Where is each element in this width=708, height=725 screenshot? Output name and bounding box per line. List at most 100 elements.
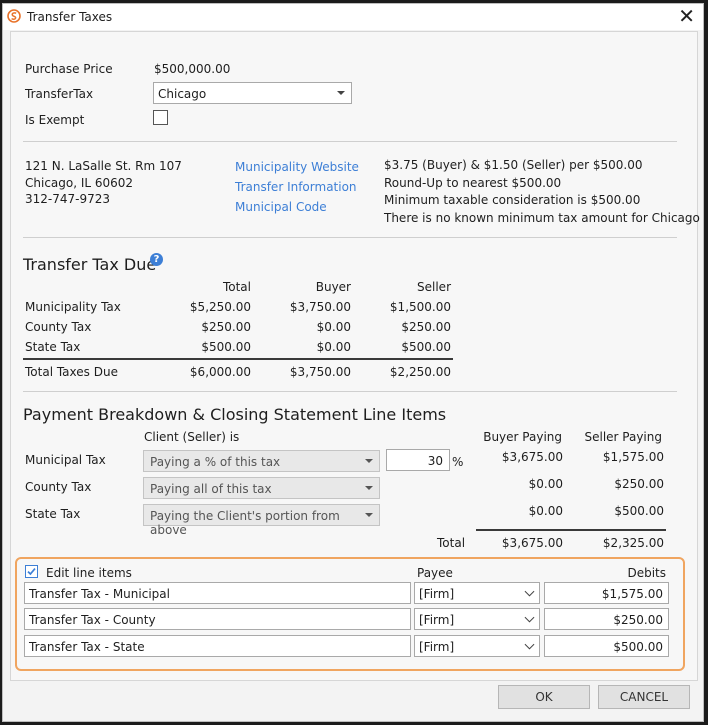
percent-sign: %: [452, 455, 464, 469]
edit-line-items-checkbox[interactable]: [25, 565, 38, 578]
payee-select[interactable]: [Firm]: [414, 608, 540, 630]
payment-total-divider: [476, 529, 666, 531]
seller-paying-header: Seller Paying: [584, 430, 662, 444]
total-taxes-seller: $2,250.00: [389, 365, 451, 379]
payee-select[interactable]: [Firm]: [414, 582, 540, 604]
payee-select[interactable]: [Firm]: [414, 635, 540, 657]
state-payment-select[interactable]: Paying the Client's portion from above: [143, 504, 380, 537]
due-row-total: $500.00: [201, 340, 251, 354]
payment-total-label: Total: [437, 536, 466, 550]
col-total: Total: [222, 280, 251, 294]
debit-value: $250.00: [613, 613, 663, 627]
transfer-tax-select[interactable]: Chicago: [153, 82, 352, 104]
total-taxes-total: $6,000.00: [189, 365, 251, 379]
payment-option: Paying all of this tax: [150, 482, 272, 496]
due-row-buyer: $0.00: [316, 340, 351, 354]
address-line2: Chicago, IL 60602: [25, 176, 134, 190]
close-icon[interactable]: ✕: [678, 5, 695, 27]
transfer-tax-due-title: Transfer Tax Due: [23, 255, 157, 274]
debit-input[interactable]: $500.00: [544, 635, 669, 657]
help-icon[interactable]: ?: [150, 253, 163, 266]
window-title: Transfer Taxes: [27, 10, 113, 24]
payee-header: Payee: [417, 566, 453, 580]
payment-row-label: County Tax: [25, 480, 92, 494]
chevron-down-icon: [524, 639, 535, 650]
percent-input[interactable]: 30: [386, 449, 450, 471]
dropdown-arrow-icon: [365, 486, 373, 490]
transfer-tax-label: TransferTax: [25, 87, 94, 101]
payment-row-seller: $250.00: [614, 477, 664, 491]
county-payment-select[interactable]: Paying all of this tax: [143, 477, 380, 499]
col-buyer: Buyer: [315, 280, 351, 294]
is-exempt-checkbox[interactable]: [153, 110, 168, 125]
payment-row-seller: $500.00: [614, 504, 664, 518]
due-row-total: $5,250.00: [189, 300, 251, 314]
payment-option: Paying a % of this tax: [150, 455, 281, 469]
dropdown-arrow-icon: [365, 513, 373, 517]
due-row-seller: $500.00: [401, 340, 451, 354]
chevron-down-icon: [524, 612, 535, 623]
due-row-buyer: $0.00: [316, 320, 351, 334]
payee-value: [Firm]: [419, 587, 455, 601]
line-item-name: Transfer Tax - State: [29, 640, 145, 654]
transfer-tax-value: Chicago: [158, 87, 207, 101]
total-taxes-buyer: $3,750.00: [289, 365, 351, 379]
buyer-paying-header: Buyer Paying: [483, 430, 562, 444]
edit-line-items-label: Edit line items: [46, 566, 132, 580]
purchase-price-label: Purchase Price: [25, 62, 113, 76]
due-row-seller: $250.00: [401, 320, 451, 334]
total-divider: [23, 358, 453, 360]
total-taxes-label: Total Taxes Due: [25, 365, 118, 379]
payment-row-label: Municipal Tax: [25, 453, 106, 467]
payment-breakdown-title: Payment Breakdown & Closing Statement Li…: [23, 405, 447, 424]
payment-row-seller: $1,575.00: [602, 450, 664, 464]
payment-option: Paying the Client's portion from above: [150, 509, 340, 537]
payment-total-buyer: $3,675.00: [501, 536, 563, 550]
transfer-information-link[interactable]: Transfer Information: [235, 180, 357, 194]
address-line1: 121 N. LaSalle St. Rm 107: [25, 159, 182, 173]
is-exempt-label: Is Exempt: [25, 113, 85, 127]
cancel-button[interactable]: CANCEL: [598, 685, 690, 709]
divider: [23, 237, 677, 238]
due-row-label: Municipality Tax: [25, 300, 121, 314]
due-row-label: County Tax: [25, 320, 92, 334]
percent-value: 30: [427, 454, 443, 468]
debit-value: $1,575.00: [601, 587, 663, 601]
municipal-payment-select[interactable]: Paying a % of this tax: [143, 450, 380, 472]
address-phone: 312-747-9723: [25, 192, 111, 206]
rate-line-1: $3.75 (Buyer) & $1.50 (Seller) per $500.…: [384, 158, 643, 172]
payment-row-buyer: $3,675.00: [501, 450, 563, 464]
due-row-seller: $1,500.00: [389, 300, 451, 314]
title-bar: Transfer Taxes ✕: [3, 4, 703, 30]
payee-value: [Firm]: [419, 613, 455, 627]
payment-row-label: State Tax: [25, 507, 81, 521]
dropdown-arrow-icon: [365, 459, 373, 463]
payee-value: [Firm]: [419, 640, 455, 654]
ok-button[interactable]: OK: [498, 685, 590, 709]
debit-input[interactable]: $1,575.00: [544, 582, 669, 604]
rate-line-3: Minimum taxable consideration is $500.00: [384, 193, 641, 207]
divider: [23, 141, 677, 142]
col-seller: Seller: [417, 280, 451, 294]
line-item-name-input[interactable]: Transfer Tax - Municipal: [24, 582, 411, 604]
municipality-website-link[interactable]: Municipality Website: [235, 160, 359, 174]
client-label: Client (Seller) is: [144, 430, 240, 444]
app-logo-icon: [7, 9, 21, 23]
dropdown-arrow-icon: [337, 91, 345, 95]
line-item-name-input[interactable]: Transfer Tax - County: [24, 608, 411, 630]
purchase-price-value: $500,000.00: [154, 62, 231, 76]
debit-input[interactable]: $250.00: [544, 608, 669, 630]
municipal-code-link[interactable]: Municipal Code: [235, 200, 327, 214]
line-item-name: Transfer Tax - County: [29, 613, 156, 627]
payment-row-buyer: $0.00: [528, 504, 563, 518]
due-row-total: $250.00: [201, 320, 251, 334]
due-row-buyer: $3,750.00: [289, 300, 351, 314]
payment-row-buyer: $0.00: [528, 477, 563, 491]
line-item-name: Transfer Tax - Municipal: [29, 587, 170, 601]
checkmark-icon: [27, 568, 36, 576]
debit-value: $500.00: [613, 640, 663, 654]
chevron-down-icon: [524, 586, 535, 597]
due-row-label: State Tax: [25, 340, 81, 354]
divider: [23, 391, 677, 392]
line-item-name-input[interactable]: Transfer Tax - State: [24, 635, 411, 657]
